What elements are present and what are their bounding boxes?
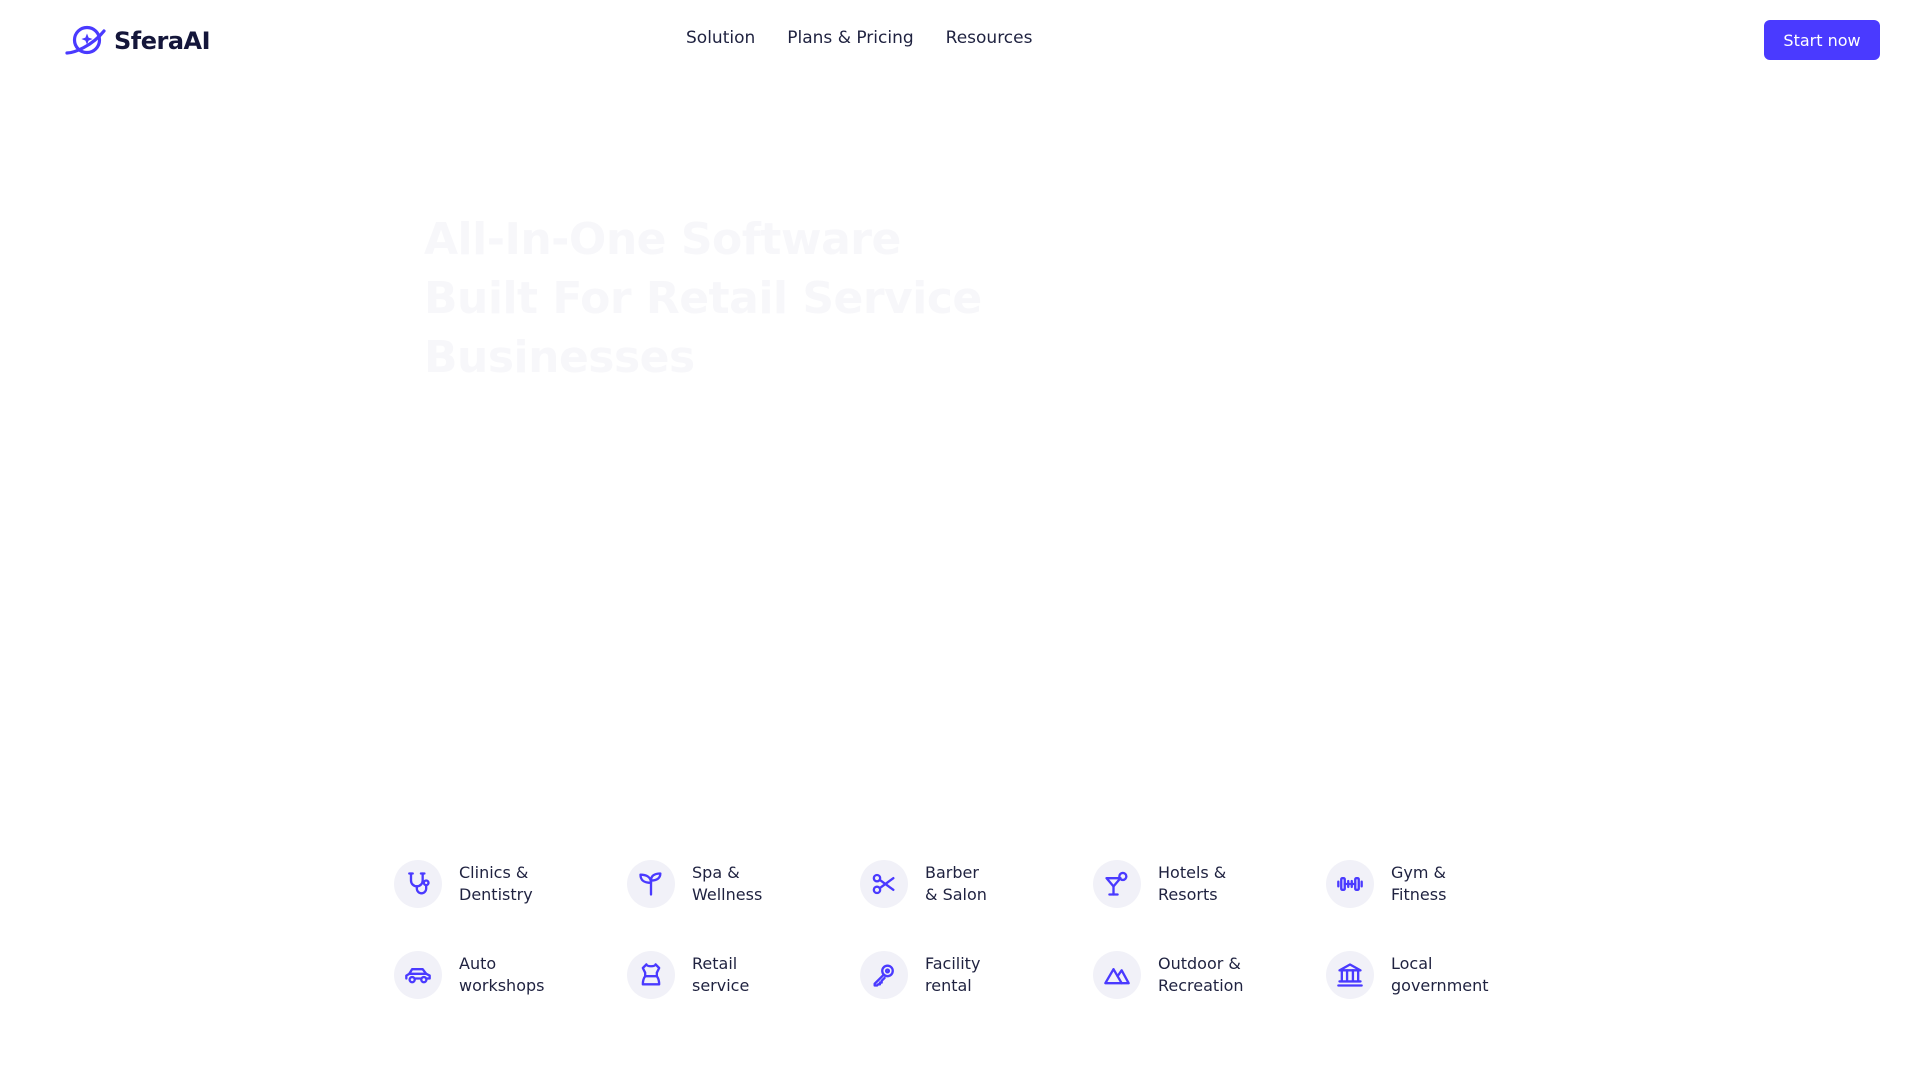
industry-label-line1: Gym & [1391,863,1447,882]
industry-local-government[interactable]: Local government [1326,951,1559,999]
sprout-icon [627,860,675,908]
planet-orbit-icon [65,25,106,55]
industry-label-line1: Local [1391,954,1433,973]
industry-label-line2: Recreation [1158,976,1244,995]
industry-label-line2: Fitness [1391,885,1447,904]
industry-label-line1: Barber [925,863,979,882]
industries-grid: Clinics & Dentistry Spa & Wellness Barbe… [394,860,1594,1042]
start-now-button[interactable]: Start now [1764,20,1880,60]
car-icon [394,951,442,999]
stethoscope-icon [394,860,442,908]
industry-gym-fitness[interactable]: Gym & Fitness [1326,860,1559,908]
scissors-icon [860,860,908,908]
industry-clinics-dentistry[interactable]: Clinics & Dentistry [394,860,627,908]
nav-resources[interactable]: Resources [946,28,1033,48]
industry-facility-rental[interactable]: Facility rental [860,951,1093,999]
shirt-icon [627,951,675,999]
industry-label-line2: Dentistry [459,885,533,904]
industry-label-line1: Retail [692,954,738,973]
industry-label-line2: rental [925,976,972,995]
industry-label-line2: Resorts [1158,885,1218,904]
site-header: SferaAI Solution Plans & Pricing Resourc… [0,0,1920,80]
industry-label-line2: government [1391,976,1489,995]
industry-label-line2: Wellness [692,885,763,904]
hero-section: All-In-One Software Built For Retail Ser… [424,210,984,407]
nav-solution[interactable]: Solution [686,28,755,48]
industry-auto-workshops[interactable]: Auto workshops [394,951,627,999]
brand-name: SferaAI [114,27,211,55]
dumbbell-icon [1326,860,1374,908]
cocktail-icon [1093,860,1141,908]
brand-logo[interactable]: SferaAI [64,22,211,60]
industry-barber-salon[interactable]: Barber & Salon [860,860,1093,908]
nav-plans-pricing[interactable]: Plans & Pricing [787,28,913,48]
industry-label-line1: Facility [925,954,981,973]
industry-label-line2: workshops [459,976,545,995]
industry-label-line2: service [692,976,750,995]
industry-label-line1: Outdoor & [1158,954,1241,973]
key-icon [860,951,908,999]
industry-label-line2: & Salon [925,885,987,904]
industry-label-line1: Hotels & [1158,863,1227,882]
hero-title: All-In-One Software Built For Retail Ser… [424,214,982,383]
industry-hotels-resorts[interactable]: Hotels & Resorts [1093,860,1326,908]
industry-spa-wellness[interactable]: Spa & Wellness [627,860,860,908]
government-building-icon [1326,951,1374,999]
mountain-icon [1093,951,1141,999]
industry-outdoor-recreation[interactable]: Outdoor & Recreation [1093,951,1326,999]
industry-label-line1: Clinics & [459,863,529,882]
industry-label-line1: Spa & [692,863,740,882]
industry-retail-service[interactable]: Retail service [627,951,860,999]
industry-label-line1: Auto [459,954,497,973]
main-nav: Solution Plans & Pricing Resources [686,28,1032,48]
